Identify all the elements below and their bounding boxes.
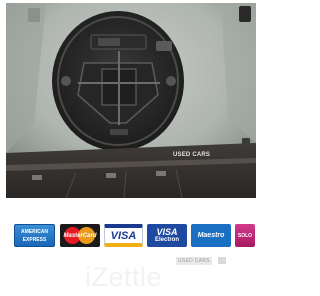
visa-electron-top-label: VISA bbox=[156, 226, 178, 237]
used-cars-watermark: USED CARS bbox=[176, 257, 212, 265]
amex-label: AMERICAN EXPRESS bbox=[21, 228, 48, 243]
izettle-brand: iZettle bbox=[85, 262, 163, 292]
amex-card-logo: AMERICAN EXPRESS bbox=[14, 224, 55, 247]
tool-right bbox=[166, 76, 176, 86]
trunk-clip-right bbox=[239, 6, 251, 22]
maestro-label: Maestro bbox=[197, 231, 225, 239]
tow-hook bbox=[156, 41, 172, 51]
photo-watermark: USED CARS bbox=[173, 152, 211, 158]
mastercard-logo: MasterCard bbox=[60, 224, 100, 247]
tool-box bbox=[98, 38, 120, 46]
solo-label: SOLO bbox=[237, 232, 253, 239]
floor-hook-left bbox=[32, 175, 42, 180]
floor-hook-center bbox=[106, 173, 116, 178]
visa-electron-logo: VISA Electron bbox=[147, 224, 187, 247]
maestro-logo: Maestro bbox=[191, 224, 231, 247]
visa-card-logo: VISA bbox=[104, 224, 143, 247]
solo-logo: SOLO bbox=[235, 224, 255, 247]
visa-electron-bottom-label: Electron bbox=[154, 236, 179, 243]
mastercard-label: MasterCard bbox=[63, 232, 97, 239]
trunk-clip-left bbox=[28, 8, 40, 22]
floor-hook-right bbox=[156, 171, 166, 176]
visa-label: VISA bbox=[110, 229, 137, 242]
watermark-box bbox=[218, 257, 226, 264]
car-trunk-photo bbox=[6, 3, 256, 198]
tool-left bbox=[61, 76, 71, 86]
tool-bottom bbox=[110, 129, 128, 135]
